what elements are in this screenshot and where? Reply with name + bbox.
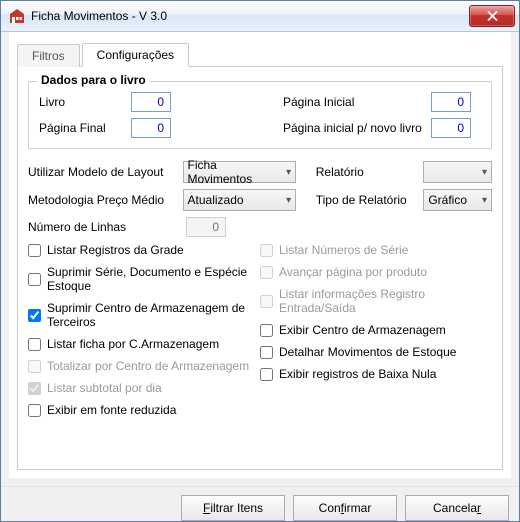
check-right-5-label: Exibir registros de Baixa Nula	[279, 367, 436, 381]
input-livro[interactable]	[131, 92, 171, 112]
close-icon	[487, 11, 498, 21]
check-right-0: Listar Números de Série	[260, 243, 492, 257]
check-right-4-checkbox[interactable]	[260, 346, 273, 359]
check-left-5: Listar subtotal por dia	[28, 381, 260, 395]
btn-confirmar-pre: Con	[319, 501, 341, 515]
tabstrip: Filtros Configurações	[17, 42, 503, 67]
check-right-4[interactable]: Detalhar Movimentos de Estoque	[260, 345, 492, 359]
check-left-3[interactable]: Listar ficha por C.Armazenagem	[28, 337, 260, 351]
row-livro-pginicial: Livro Página Inicial	[39, 92, 481, 112]
check-right-3-checkbox[interactable]	[260, 324, 273, 337]
check-left-4-label: Totalizar por Centro de Armazenagem	[47, 359, 249, 373]
select-modelo-value: Ficha Movimentos	[188, 158, 281, 186]
check-left-6[interactable]: Exibir em fonte reduzida	[28, 403, 260, 417]
checkbox-columns: Listar Registros da Grade Suprimir Série,…	[28, 243, 492, 425]
check-right-3[interactable]: Exibir Centro de Armazenagem	[260, 323, 492, 337]
window-title: Ficha Movimentos - V 3.0	[31, 9, 469, 23]
btn-confirmar-post: irmar	[344, 501, 371, 515]
check-left-6-label: Exibir em fonte reduzida	[47, 403, 176, 417]
check-right-2-label: Listar informações Registro Entrada/Saíd…	[279, 287, 492, 315]
select-metodo-value: Atualizado	[188, 193, 244, 207]
select-tipo-value: Gráfico	[428, 193, 467, 207]
select-modelo-layout[interactable]: Ficha Movimentos ▾	[183, 161, 297, 183]
check-right-4-label: Detalhar Movimentos de Estoque	[279, 345, 456, 359]
check-left-1-label: Suprimir Série, Documento e Espécie Esto…	[47, 265, 260, 293]
close-button[interactable]	[469, 5, 515, 27]
label-pagina-inicial: Página Inicial	[283, 95, 431, 109]
window: Ficha Movimentos - V 3.0 Filtros Configu…	[0, 0, 520, 522]
titlebar: Ficha Movimentos - V 3.0	[1, 1, 519, 32]
check-right-3-label: Exibir Centro de Armazenagem	[279, 323, 446, 337]
btn-cancelar-pre: Cancela	[433, 501, 477, 515]
tab-configuracoes[interactable]: Configurações	[82, 43, 189, 67]
row-linhas: Número de Linhas	[28, 217, 492, 237]
check-left-5-label: Listar subtotal por dia	[47, 381, 162, 395]
chevron-down-icon: ▾	[286, 195, 291, 206]
check-left-4-checkbox	[28, 360, 41, 373]
row-modelo-relatorio: Utilizar Modelo de Layout Ficha Moviment…	[28, 161, 492, 183]
tabpage-configuracoes: Dados para o livro Livro Página Inicial …	[17, 67, 503, 470]
check-left-2-checkbox[interactable]	[28, 309, 41, 322]
client-area: Filtros Configurações Dados para o livro…	[9, 32, 511, 478]
row-pgfinal-pgnovo: Página Final Página inicial p/ novo livr…	[39, 118, 481, 138]
check-right-2: Listar informações Registro Entrada/Saíd…	[260, 287, 492, 315]
label-livro: Livro	[39, 95, 131, 109]
check-left-4: Totalizar por Centro de Armazenagem	[28, 359, 260, 373]
check-left-2-label: Suprimir Centro de Armazenagem de Tercei…	[47, 301, 260, 329]
btn-filtrar-rest: iltrar Itens	[210, 501, 263, 515]
row-metodo-tipo: Metodologia Preço Médio Atualizado ▾ Tip…	[28, 189, 492, 211]
check-left-3-label: Listar ficha por C.Armazenagem	[47, 337, 219, 351]
input-pagina-inicial[interactable]	[431, 92, 471, 112]
check-left-1[interactable]: Suprimir Série, Documento e Espécie Esto…	[28, 265, 260, 293]
check-left-3-checkbox[interactable]	[28, 338, 41, 351]
filtrar-button[interactable]: Filtrar Itens	[181, 495, 285, 521]
check-left-0[interactable]: Listar Registros da Grade	[28, 243, 260, 257]
input-pagina-novo-livro[interactable]	[431, 118, 471, 138]
label-tipo-relatorio: Tipo de Relatório	[316, 193, 424, 207]
checkbox-col-left: Listar Registros da Grade Suprimir Série,…	[28, 243, 260, 425]
tab-filtros[interactable]: Filtros	[17, 44, 80, 67]
check-left-0-label: Listar Registros da Grade	[47, 243, 184, 257]
label-modelo-layout: Utilizar Modelo de Layout	[28, 165, 183, 179]
label-relatorio: Relatório	[316, 165, 424, 179]
check-left-6-checkbox[interactable]	[28, 404, 41, 417]
chevron-down-icon: ▾	[482, 167, 487, 178]
check-right-0-checkbox	[260, 244, 273, 257]
chevron-down-icon: ▾	[482, 195, 487, 206]
check-left-1-checkbox[interactable]	[28, 273, 41, 286]
label-pagina-final: Página Final	[39, 121, 131, 135]
check-left-2[interactable]: Suprimir Centro de Armazenagem de Tercei…	[28, 301, 260, 329]
cancelar-button[interactable]: Cancelar	[405, 495, 509, 521]
chevron-down-icon: ▾	[286, 167, 291, 178]
group-legend: Dados para o livro	[37, 73, 150, 87]
button-bar: Filtrar Itens Confirmar Cancelar	[1, 486, 519, 521]
label-metodo-preco: Metodologia Preço Médio	[28, 193, 183, 207]
select-tipo-relatorio[interactable]: Gráfico ▾	[423, 189, 492, 211]
check-right-5-checkbox[interactable]	[260, 368, 273, 381]
select-relatorio[interactable]: ▾	[423, 161, 492, 183]
select-metodo-preco[interactable]: Atualizado ▾	[183, 189, 297, 211]
check-right-1: Avançar página por produto	[260, 265, 492, 279]
input-numero-linhas	[186, 217, 226, 237]
check-right-1-label: Avançar página por produto	[279, 265, 427, 279]
label-pagina-novo-livro: Página inicial p/ novo livro	[283, 121, 431, 135]
app-icon	[9, 8, 25, 24]
group-dados-livro: Dados para o livro Livro Página Inicial …	[28, 81, 492, 149]
check-right-5[interactable]: Exibir registros de Baixa Nula	[260, 367, 492, 381]
confirmar-button[interactable]: Confirmar	[293, 495, 397, 521]
check-right-0-label: Listar Números de Série	[279, 243, 408, 257]
label-numero-linhas: Número de Linhas	[28, 220, 186, 234]
checkbox-col-right: Listar Números de Série Avançar página po…	[260, 243, 492, 425]
check-right-1-checkbox	[260, 266, 273, 279]
check-left-0-checkbox[interactable]	[28, 244, 41, 257]
check-left-5-checkbox	[28, 382, 41, 395]
input-pagina-final[interactable]	[131, 118, 171, 138]
check-right-2-checkbox	[260, 295, 273, 308]
